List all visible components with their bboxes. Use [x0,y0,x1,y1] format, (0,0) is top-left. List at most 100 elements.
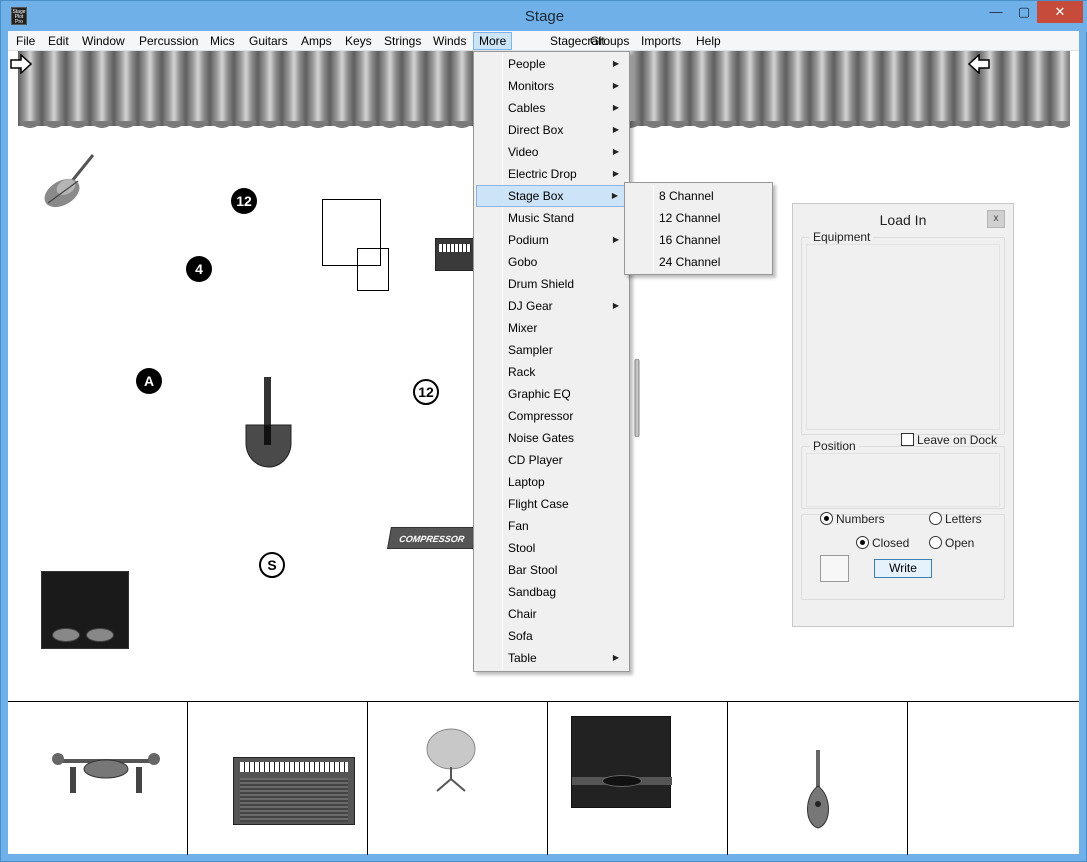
menu-help[interactable]: Help [691,32,726,50]
letters-radio[interactable] [929,512,942,525]
menu-item-cables[interactable]: Cables ▶ [476,97,627,119]
submenu-item-8-channel[interactable]: 8 Channel [627,185,770,207]
speaker-cabinet-icon[interactable] [41,571,129,649]
numbers-label: Numbers [836,512,885,526]
menu-item-sampler[interactable]: Sampler [476,339,627,361]
menu-item-sandbag[interactable]: Sandbag [476,581,627,603]
stage-box-submenu: 8 Channel 12 Channel 16 Channel 24 Chann… [624,182,773,275]
badge-a[interactable]: A [136,368,162,394]
menu-keys[interactable]: Keys [340,32,377,50]
position-field[interactable] [806,453,1000,507]
closed-radio[interactable] [856,536,869,549]
menu-more[interactable]: More [473,32,513,50]
amp-cabinet-icon[interactable] [571,716,672,808]
menu-item-podium[interactable]: Podium ▶ [476,229,627,251]
arrow-left-icon[interactable] [968,54,990,74]
cymbal-icon[interactable] [423,727,479,793]
numbers-radio[interactable] [820,512,833,525]
panel-title: Load In [879,212,927,228]
double-pedal-icon[interactable] [50,747,162,795]
minimize-button[interactable]: — [983,1,1009,23]
menu-bar: File Edit Window Percussion Mics Guitars… [8,31,1079,51]
menu-item-cd-player[interactable]: CD Player [476,449,627,471]
dock-cell[interactable] [188,702,368,855]
menu-edit[interactable]: Edit [43,32,74,50]
submenu-arrow-icon: ▶ [612,301,619,310]
dock-cell[interactable] [8,702,188,855]
menu-item-electric-drop[interactable]: Electric Drop ▶ [476,163,627,185]
menu-item-music-stand[interactable]: Music Stand [476,207,627,229]
open-label: Open [945,536,975,550]
submenu-item-16-channel[interactable]: 16 Channel [627,229,770,251]
close-button[interactable]: ✕ [1037,1,1083,23]
keyboard-amp-icon[interactable] [233,757,355,825]
dock-cell[interactable] [368,702,548,855]
dock-cell[interactable] [728,702,908,855]
badge-s[interactable]: S [259,552,285,578]
menu-item-direct-box[interactable]: Direct Box ▶ [476,119,627,141]
menu-item-drum-shield[interactable]: Drum Shield [476,273,627,295]
leave-on-dock-checkbox[interactable] [901,433,914,446]
position-group: Position [801,439,1005,509]
submenu-item-12-channel[interactable]: 12 Channel [627,207,770,229]
menu-item-bar-stool[interactable]: Bar Stool [476,559,627,581]
menu-item-noise-gates[interactable]: Noise Gates [476,427,627,449]
submenu-arrow-icon: ▶ [612,147,619,156]
riser-box-small[interactable] [357,248,389,291]
menu-item-graphic-eq[interactable]: Graphic EQ [476,383,627,405]
menu-item-monitors[interactable]: Monitors ▶ [476,75,627,97]
menu-item-people[interactable]: People ▶ [476,53,627,75]
violin-icon[interactable] [38,151,98,213]
menu-window[interactable]: Window [77,32,130,50]
menu-item-table[interactable]: Table ▶ [476,647,627,669]
menu-strings[interactable]: Strings [379,32,426,50]
position-label: Position [810,439,859,453]
menu-item-video[interactable]: Video ▶ [476,141,627,163]
menu-mics[interactable]: Mics [205,32,240,50]
panel-close-button[interactable]: x [987,210,1005,228]
menu-item-sofa[interactable]: Sofa [476,625,627,647]
menu-imports[interactable]: Imports [636,32,686,50]
guitar-stand-icon[interactable] [244,377,294,469]
menu-item-stool[interactable]: Stool [476,537,627,559]
mandolin-icon[interactable] [800,750,836,830]
menu-item-gobo[interactable]: Gobo [476,251,627,273]
write-button[interactable]: Write [874,559,932,578]
menu-item-dj-gear[interactable]: DJ Gear ▶ [476,295,627,317]
menu-item-compressor[interactable]: Compressor [476,405,627,427]
menu-groups[interactable]: Groups [585,32,634,50]
menu-guitars[interactable]: Guitars [244,32,293,50]
submenu-item-24-channel[interactable]: 24 Channel [627,251,770,273]
menu-item-stage-box[interactable]: Stage Box ▶ [476,185,627,207]
dock-cell-empty[interactable] [908,702,1087,855]
menu-item-laptop[interactable]: Laptop [476,471,627,493]
menu-percussion[interactable]: Percussion [134,32,203,50]
menu-amps[interactable]: Amps [296,32,337,50]
badge-12[interactable]: 12 [231,188,257,214]
menu-item-chair[interactable]: Chair [476,603,627,625]
badge-12-outline[interactable]: 12 [413,379,439,405]
color-swatch[interactable] [820,555,849,582]
keyboard-amp-icon[interactable] [435,238,475,271]
dock-cell[interactable] [548,702,728,855]
menu-item-fan[interactable]: Fan [476,515,627,537]
menu-item-flight-case[interactable]: Flight Case [476,493,627,515]
menu-file[interactable]: File [11,32,40,50]
submenu-arrow-icon: ▶ [612,103,619,112]
maximize-button[interactable]: ▢ [1011,1,1037,23]
submenu-arrow-icon: ▶ [612,81,619,90]
equipment-list[interactable] [806,244,1000,430]
equipment-group: Equipment [801,230,1005,435]
leave-on-dock-label: Leave on Dock [917,433,998,447]
equipment-label: Equipment [810,230,874,244]
open-radio[interactable] [929,536,942,549]
menu-item-mixer[interactable]: Mixer [476,317,627,339]
closed-label: Closed [872,536,910,550]
menu-item-rack[interactable]: Rack [476,361,627,383]
compressor-unit[interactable]: COMPRESSOR [387,527,477,549]
flute-icon[interactable] [632,359,642,437]
arrow-right-icon[interactable] [10,54,32,74]
submenu-arrow-icon: ▶ [612,653,619,662]
badge-4[interactable]: 4 [186,256,212,282]
menu-winds[interactable]: Winds [428,32,471,50]
